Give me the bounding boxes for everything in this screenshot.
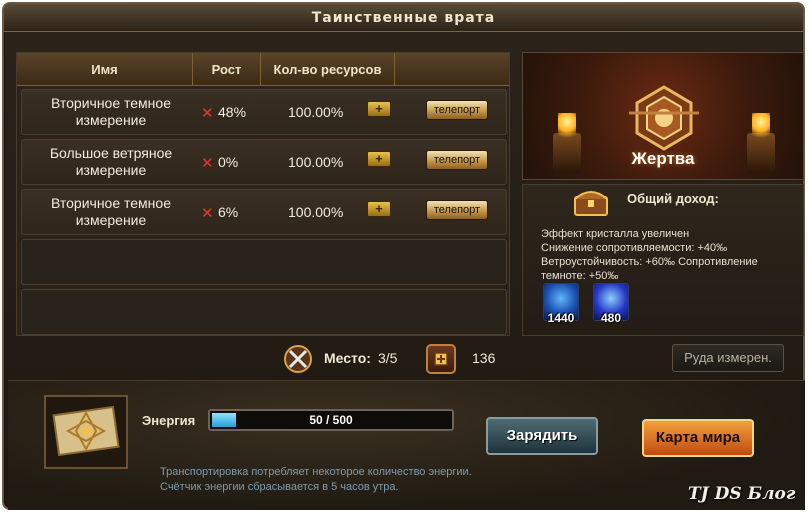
empty-row xyxy=(21,289,507,335)
note-line: Транспортировка потребляет некоторое кол… xyxy=(160,466,472,478)
note-line: Счётчик энергии сбрасывается в 5 часов у… xyxy=(160,481,399,493)
treasure-chest-icon xyxy=(574,191,608,216)
remove-icon[interactable]: ✕ xyxy=(201,204,214,222)
effect-line: Ветроустойчивость: +60‰ Сопротивление те… xyxy=(541,256,758,282)
blog-watermark: TJ DS Блог xyxy=(688,484,796,504)
portal-map-icon xyxy=(44,395,128,469)
effect-line: Эффект кристалла увеличен xyxy=(541,228,690,240)
candle-flame-icon xyxy=(558,113,576,143)
window-title: Таинственные врата xyxy=(311,10,496,26)
income-title: Общий доход: xyxy=(627,191,719,206)
add-resources-button[interactable]: + xyxy=(367,101,391,117)
empty-row xyxy=(21,239,507,285)
growth-value: 48% xyxy=(218,104,247,120)
growth-value: 6% xyxy=(218,204,239,220)
title-bar: Таинственные врата xyxy=(4,4,803,32)
add-resources-button[interactable]: + xyxy=(367,151,391,167)
energy-note: Транспортировка потребляет некоторое кол… xyxy=(160,465,472,495)
place-value: 3/5 xyxy=(378,350,398,366)
bottom-panel: Энергия 50 / 500 Зарядить Карта мира Тра… xyxy=(8,380,805,510)
resources-value: 100.00% xyxy=(288,104,344,120)
income-panel: Общий доход: Эффект кристалла увеличен С… xyxy=(522,184,804,336)
charge-button[interactable]: Зарядить xyxy=(486,417,598,455)
sacrifice-emblem-icon xyxy=(629,85,699,151)
place-label: Место: xyxy=(324,350,371,366)
dimension-name: Большое ветряное измерение xyxy=(49,145,173,178)
dimension-name: Вторичное темное измерение xyxy=(51,195,171,228)
status-strip: Место: 3/5 136 Руда измерен. xyxy=(16,342,808,376)
header-resources: Кол-во ресурсов xyxy=(261,53,395,86)
remove-icon[interactable]: ✕ xyxy=(201,104,214,122)
dimension-token-icon xyxy=(426,344,456,374)
teleport-button[interactable]: телепорт xyxy=(426,200,488,220)
dimension-name: Вторичное темное измерение xyxy=(51,95,171,128)
energy-label: Энергия xyxy=(142,413,196,428)
growth-value: 0% xyxy=(218,154,239,170)
crossed-swords-icon xyxy=(284,345,312,373)
sapphire-crystal-count: 480 xyxy=(600,311,622,325)
energy-value: 50 / 500 xyxy=(309,413,353,427)
remove-icon[interactable]: ✕ xyxy=(201,154,214,172)
header-growth: Рост xyxy=(193,53,261,86)
candle-flame-icon xyxy=(752,113,770,143)
token-count: 136 xyxy=(472,350,496,366)
add-resources-button[interactable]: + xyxy=(367,201,391,217)
sacrifice-label: Жертва xyxy=(631,149,695,168)
ice-crystal-count: 1440 xyxy=(547,311,575,325)
mysterious-gates-window: Таинственные врата Имя Рост Кол-во ресур… xyxy=(2,2,805,510)
resources-value: 100.00% xyxy=(288,154,344,170)
teleport-button[interactable]: телепорт xyxy=(426,150,488,170)
world-map-button[interactable]: Карта мира xyxy=(642,419,754,457)
effect-line: Снижение сопротивляемости: +40‰ xyxy=(541,242,728,254)
energy-bar: 50 / 500 xyxy=(208,409,454,431)
resources-value: 100.00% xyxy=(288,204,344,220)
dimension-ore-button[interactable]: Руда измерен. xyxy=(672,344,784,372)
dimension-table: Имя Рост Кол-во ресурсов Вторичное темно… xyxy=(16,52,510,336)
income-effects: Эффект кристалла увеличен Снижение сопро… xyxy=(541,227,803,283)
table-row: Вторичное темное измерение ✕ 6% 100.00% … xyxy=(21,189,507,235)
sacrifice-panel[interactable]: Жертва xyxy=(522,52,804,180)
table-row: Вторичное темное измерение ✕ 48% 100.00%… xyxy=(21,89,507,135)
table-header: Имя Рост Кол-во ресурсов xyxy=(17,53,509,86)
header-name: Имя xyxy=(17,53,193,86)
table-row: Большое ветряное измерение ✕ 0% 100.00% … xyxy=(21,139,507,185)
teleport-button[interactable]: телепорт xyxy=(426,100,488,120)
